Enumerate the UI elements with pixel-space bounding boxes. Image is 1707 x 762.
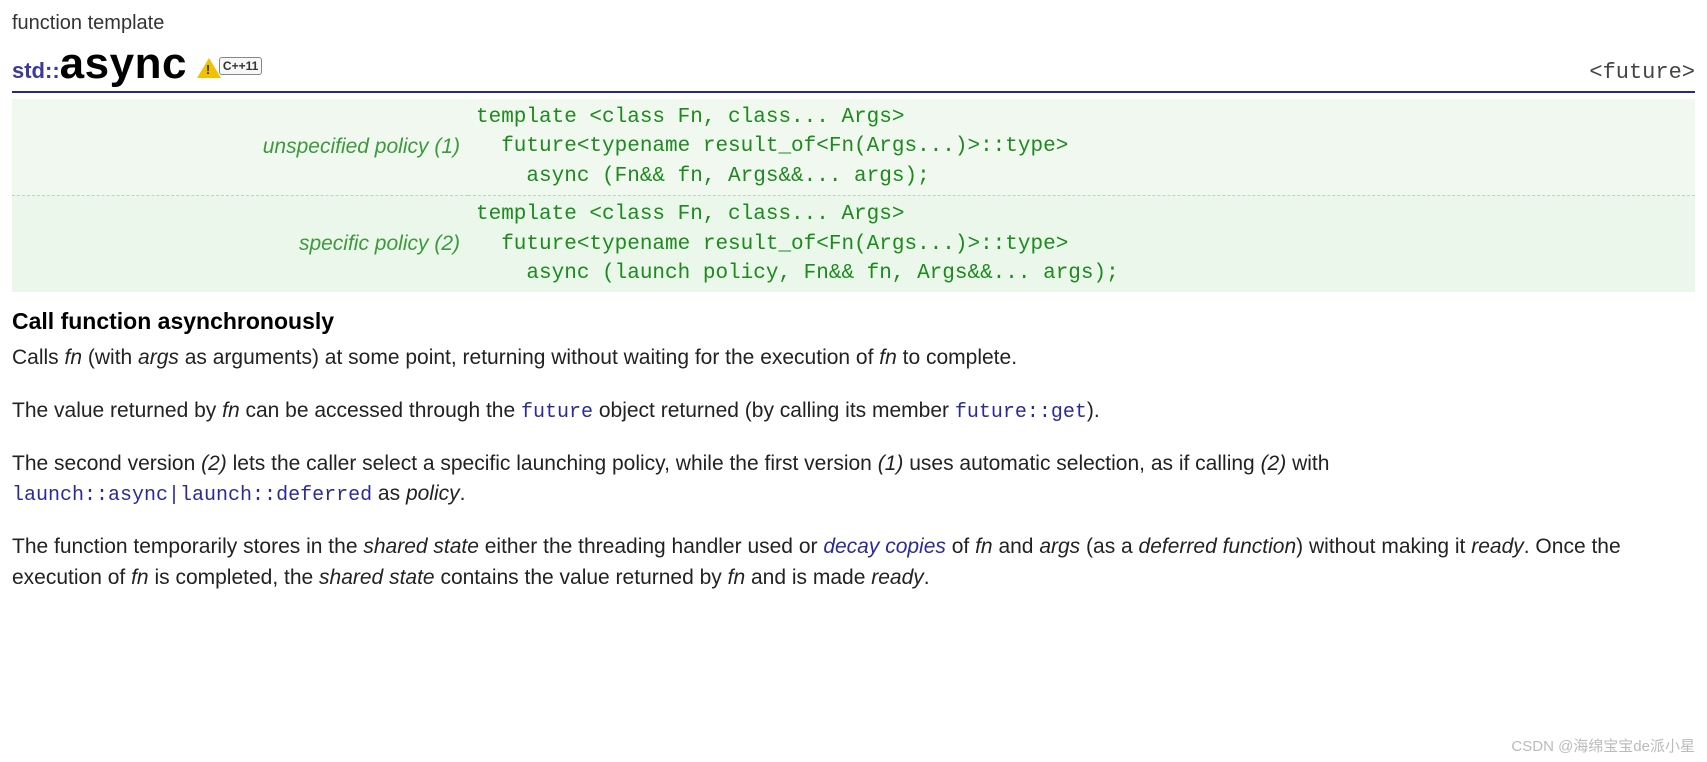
term-shared-state: shared state <box>319 566 435 589</box>
watermark: CSDN @海绵宝宝de派小星 <box>1511 735 1695 756</box>
function-name: async <box>60 39 187 89</box>
cpp-standard-badge: C++11 <box>219 57 262 75</box>
text: and <box>993 535 1040 558</box>
signature-table: unspecified policy (1) template <class F… <box>12 99 1695 292</box>
text: The value returned by <box>12 399 222 422</box>
text: contains the value returned by <box>435 566 728 589</box>
text: (with <box>82 346 138 369</box>
link-future[interactable]: future <box>521 401 593 424</box>
param-fn: fn <box>879 346 897 369</box>
text: is completed, the <box>149 566 319 589</box>
link-launch-deferred[interactable]: launch::deferred <box>180 484 372 507</box>
section-heading: Call function asynchronously <box>12 308 1695 335</box>
text: and is made <box>745 566 871 589</box>
version-ref: (1) <box>878 452 904 475</box>
version-ref: (2) <box>1261 452 1287 475</box>
text: to complete. <box>897 346 1017 369</box>
pipe-separator: | <box>168 484 180 507</box>
param-args: args <box>1039 535 1080 558</box>
param-fn: fn <box>222 399 240 422</box>
namespace-prefix: std:: <box>12 58 60 84</box>
header-row: std::async C++11 <future> <box>12 39 1695 93</box>
param-fn: fn <box>728 566 746 589</box>
param-fn: fn <box>131 566 149 589</box>
text: . <box>460 482 466 505</box>
param-fn: fn <box>975 535 993 558</box>
text: The second version <box>12 452 201 475</box>
link-launch-async[interactable]: launch::async <box>12 484 168 507</box>
signature-label: unspecified policy (1) <box>12 99 468 196</box>
description-paragraph: Calls fn (with args as arguments) at som… <box>12 343 1695 373</box>
param-policy: policy <box>406 482 460 505</box>
term-shared-state: shared state <box>363 535 479 558</box>
signature-label: specific policy (2) <box>12 196 468 293</box>
text: lets the caller select a specific launch… <box>227 452 878 475</box>
warning-icon <box>197 58 221 78</box>
param-fn: fn <box>65 346 83 369</box>
text: uses automatic selection, as if calling <box>903 452 1260 475</box>
signature-row: unspecified policy (1) template <class F… <box>12 99 1695 196</box>
text: either the threading handler used or <box>479 535 823 558</box>
text: The function temporarily stores in the <box>12 535 363 558</box>
description-paragraph: The value returned by fn can be accessed… <box>12 396 1695 427</box>
link-future-get[interactable]: future::get <box>955 401 1087 424</box>
page-title: std::async C++11 <box>12 39 262 89</box>
text: as arguments) at some point, returning w… <box>179 346 879 369</box>
text: ). <box>1087 399 1100 422</box>
term-ready: ready <box>1471 535 1524 558</box>
text: object returned (by calling its member <box>593 399 955 422</box>
term-deferred-function: deferred function <box>1139 535 1297 558</box>
link-decay-copies[interactable]: decay copies <box>823 535 946 558</box>
param-args: args <box>138 346 179 369</box>
text: can be accessed through the <box>240 399 521 422</box>
text: ) without making it <box>1296 535 1471 558</box>
badge-group: C++11 <box>197 58 262 78</box>
text: as <box>372 482 406 505</box>
version-ref: (2) <box>201 452 227 475</box>
signature-row: specific policy (2) template <class Fn, … <box>12 196 1695 293</box>
overline: function template <box>12 12 1695 35</box>
text: . <box>924 566 930 589</box>
text: (as a <box>1080 535 1138 558</box>
text: Calls <box>12 346 65 369</box>
description-paragraph: The function temporarily stores in the s… <box>12 532 1695 593</box>
text: with <box>1286 452 1329 475</box>
header-include: <future> <box>1589 60 1695 85</box>
term-ready: ready <box>871 566 924 589</box>
description-paragraph: The second version (2) lets the caller s… <box>12 449 1695 510</box>
signature-code: template <class Fn, class... Args> futur… <box>468 196 1695 293</box>
text: of <box>946 535 975 558</box>
signature-code: template <class Fn, class... Args> futur… <box>468 99 1695 196</box>
